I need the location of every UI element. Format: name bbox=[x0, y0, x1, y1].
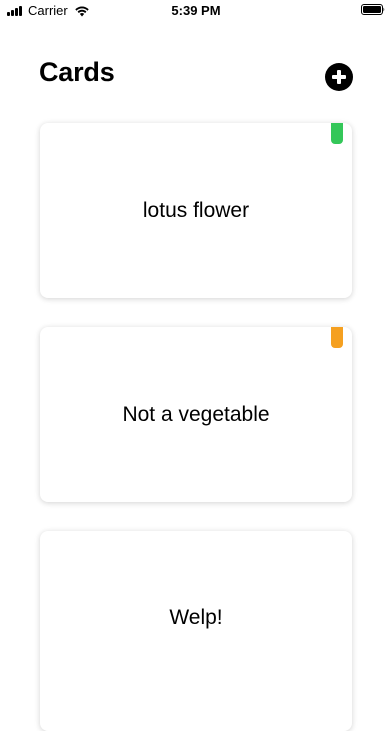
card-text: Not a vegetable bbox=[122, 402, 270, 426]
card-item[interactable]: Not a vegetable bbox=[40, 327, 352, 502]
card-text: lotus flower bbox=[142, 198, 250, 222]
card-tag bbox=[331, 327, 343, 348]
card-list: lotus flower Not a vegetable Welp! bbox=[0, 0, 392, 731]
card-tag bbox=[331, 123, 343, 144]
card-item[interactable]: lotus flower bbox=[40, 123, 352, 298]
card-text: Welp! bbox=[169, 606, 223, 629]
card-item[interactable]: Welp! bbox=[40, 531, 352, 731]
